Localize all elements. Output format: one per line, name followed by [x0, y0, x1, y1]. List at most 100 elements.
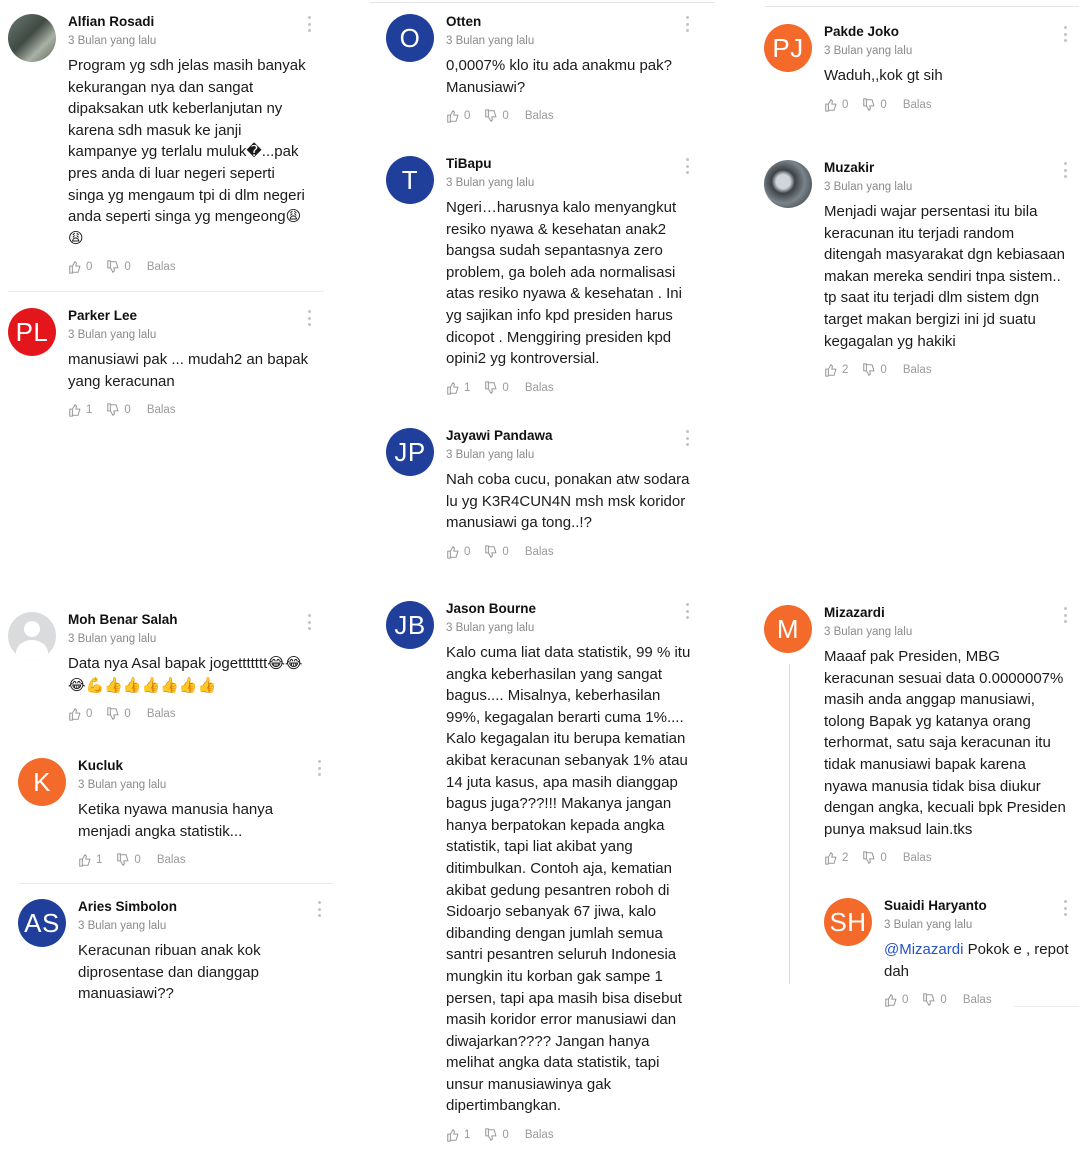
more-options-icon[interactable]: [686, 158, 690, 174]
more-options-icon[interactable]: [1064, 900, 1068, 916]
dislike-icon[interactable]: [484, 381, 498, 395]
comment-author[interactable]: Jason Bourne: [446, 601, 702, 617]
like-count: 2: [842, 364, 849, 377]
more-options-icon[interactable]: [308, 16, 312, 32]
avatar[interactable]: PL: [8, 308, 56, 356]
avatar[interactable]: [8, 612, 56, 660]
comment-author[interactable]: Parker Lee: [68, 308, 324, 324]
comment-actions: 0 0 Balas: [68, 259, 324, 275]
dislike-icon[interactable]: [922, 993, 936, 1007]
dislike-icon[interactable]: [106, 260, 120, 274]
comment-author[interactable]: Alfian Rosadi: [68, 14, 324, 30]
avatar[interactable]: PJ: [764, 24, 812, 72]
comment-author[interactable]: Otten: [446, 14, 702, 30]
more-options-icon[interactable]: [308, 310, 312, 326]
comment-text: 0,0007% klo itu ada anakmu pak? Manusiaw…: [446, 57, 672, 96]
reply-button[interactable]: Balas: [525, 1129, 554, 1141]
like-icon[interactable]: [824, 98, 838, 112]
like-icon[interactable]: [884, 993, 898, 1007]
like-icon[interactable]: [78, 853, 92, 867]
like-icon[interactable]: [68, 260, 82, 274]
comment-time: 3 Bulan yang lalu: [824, 181, 913, 193]
dislike-count: 0: [880, 364, 887, 377]
more-options-icon[interactable]: [686, 603, 690, 619]
dislike-count: 0: [880, 98, 887, 111]
more-options-icon[interactable]: [1064, 607, 1068, 623]
dislike-icon[interactable]: [484, 1128, 498, 1142]
comment-text: Program yg sdh jelas masih banyak kekura…: [68, 57, 306, 247]
reply-button[interactable]: Balas: [147, 261, 176, 273]
comment-time: 3 Bulan yang lalu: [78, 779, 167, 791]
comment-author[interactable]: Moh Benar Salah: [68, 612, 324, 628]
like-count: 0: [464, 110, 471, 123]
reply-button[interactable]: Balas: [963, 994, 992, 1006]
avatar[interactable]: K: [18, 758, 66, 806]
comment-author[interactable]: Mizazardi: [824, 605, 1076, 621]
dislike-icon[interactable]: [484, 545, 498, 559]
comment-author[interactable]: Aries Simbolon: [78, 899, 324, 915]
comment-author[interactable]: Pakde Joko: [824, 24, 1074, 40]
avatar[interactable]: [8, 14, 56, 62]
reply-button[interactable]: Balas: [903, 99, 932, 111]
divider: [18, 883, 334, 884]
comment-text: Nah coba cucu, ponakan atw sodara lu yg …: [446, 471, 690, 532]
comment-time: 3 Bulan yang lalu: [68, 329, 157, 341]
more-options-icon[interactable]: [318, 760, 322, 776]
reply-button[interactable]: Balas: [157, 854, 186, 866]
dislike-icon[interactable]: [862, 363, 876, 377]
like-count: 0: [464, 545, 471, 558]
dislike-icon[interactable]: [116, 853, 130, 867]
like-icon[interactable]: [446, 381, 460, 395]
dislike-icon[interactable]: [862, 97, 876, 112]
avatar[interactable]: SH: [824, 898, 872, 946]
more-options-icon[interactable]: [1064, 26, 1068, 42]
dislike-icon[interactable]: [484, 109, 498, 123]
comment-time: 3 Bulan yang lalu: [824, 626, 913, 638]
like-icon[interactable]: [68, 707, 82, 721]
reply-button[interactable]: Balas: [903, 364, 932, 376]
dislike-count: 0: [502, 545, 509, 558]
avatar[interactable]: AS: [18, 899, 66, 947]
dislike-icon[interactable]: [106, 403, 120, 417]
reply-button[interactable]: Balas: [147, 404, 176, 416]
dislike-count: 0: [124, 261, 131, 274]
avatar[interactable]: JB: [386, 601, 434, 649]
mention-link[interactable]: @Mizazardi: [884, 941, 963, 958]
dislike-icon[interactable]: [862, 851, 876, 865]
avatar[interactable]: O: [386, 14, 434, 62]
like-icon[interactable]: [446, 1128, 460, 1142]
avatar[interactable]: M: [764, 605, 812, 653]
like-icon[interactable]: [446, 545, 460, 559]
more-options-icon[interactable]: [686, 16, 690, 32]
like-count: 1: [96, 854, 103, 867]
like-count: 0: [86, 708, 93, 721]
avatar[interactable]: JP: [386, 428, 434, 476]
more-options-icon[interactable]: [686, 430, 690, 446]
comment-text: Keracunan ribuan anak kok diprosentase d…: [78, 942, 261, 1003]
comment-actions: 2 0 Balas: [824, 850, 1076, 866]
reply-button[interactable]: Balas: [147, 708, 176, 720]
like-icon[interactable]: [824, 851, 838, 865]
reply-button[interactable]: Balas: [903, 852, 932, 864]
dislike-icon[interactable]: [106, 707, 120, 721]
comment-author[interactable]: Muzakir: [824, 160, 1074, 176]
comment-author[interactable]: TiBapu: [446, 156, 702, 172]
more-options-icon[interactable]: [308, 614, 312, 630]
like-icon[interactable]: [446, 109, 460, 123]
reply-button[interactable]: Balas: [525, 110, 554, 122]
comment-author[interactable]: Kucluk: [78, 758, 324, 774]
dislike-count: 0: [880, 852, 887, 865]
avatar[interactable]: T: [386, 156, 434, 204]
reply-button[interactable]: Balas: [525, 546, 554, 558]
comment-time: 3 Bulan yang lalu: [78, 920, 167, 932]
like-icon[interactable]: [68, 403, 82, 417]
reply-button[interactable]: Balas: [525, 382, 554, 394]
comment-text: Waduh,,kok gt sih: [824, 67, 943, 84]
dislike-count: 0: [124, 404, 131, 417]
like-icon[interactable]: [824, 363, 838, 377]
avatar[interactable]: [764, 160, 812, 208]
more-options-icon[interactable]: [318, 901, 322, 917]
comment-author[interactable]: Jayawi Pandawa: [446, 428, 702, 444]
more-options-icon[interactable]: [1064, 162, 1068, 178]
comment-author[interactable]: Suaidi Haryanto: [884, 898, 1076, 914]
